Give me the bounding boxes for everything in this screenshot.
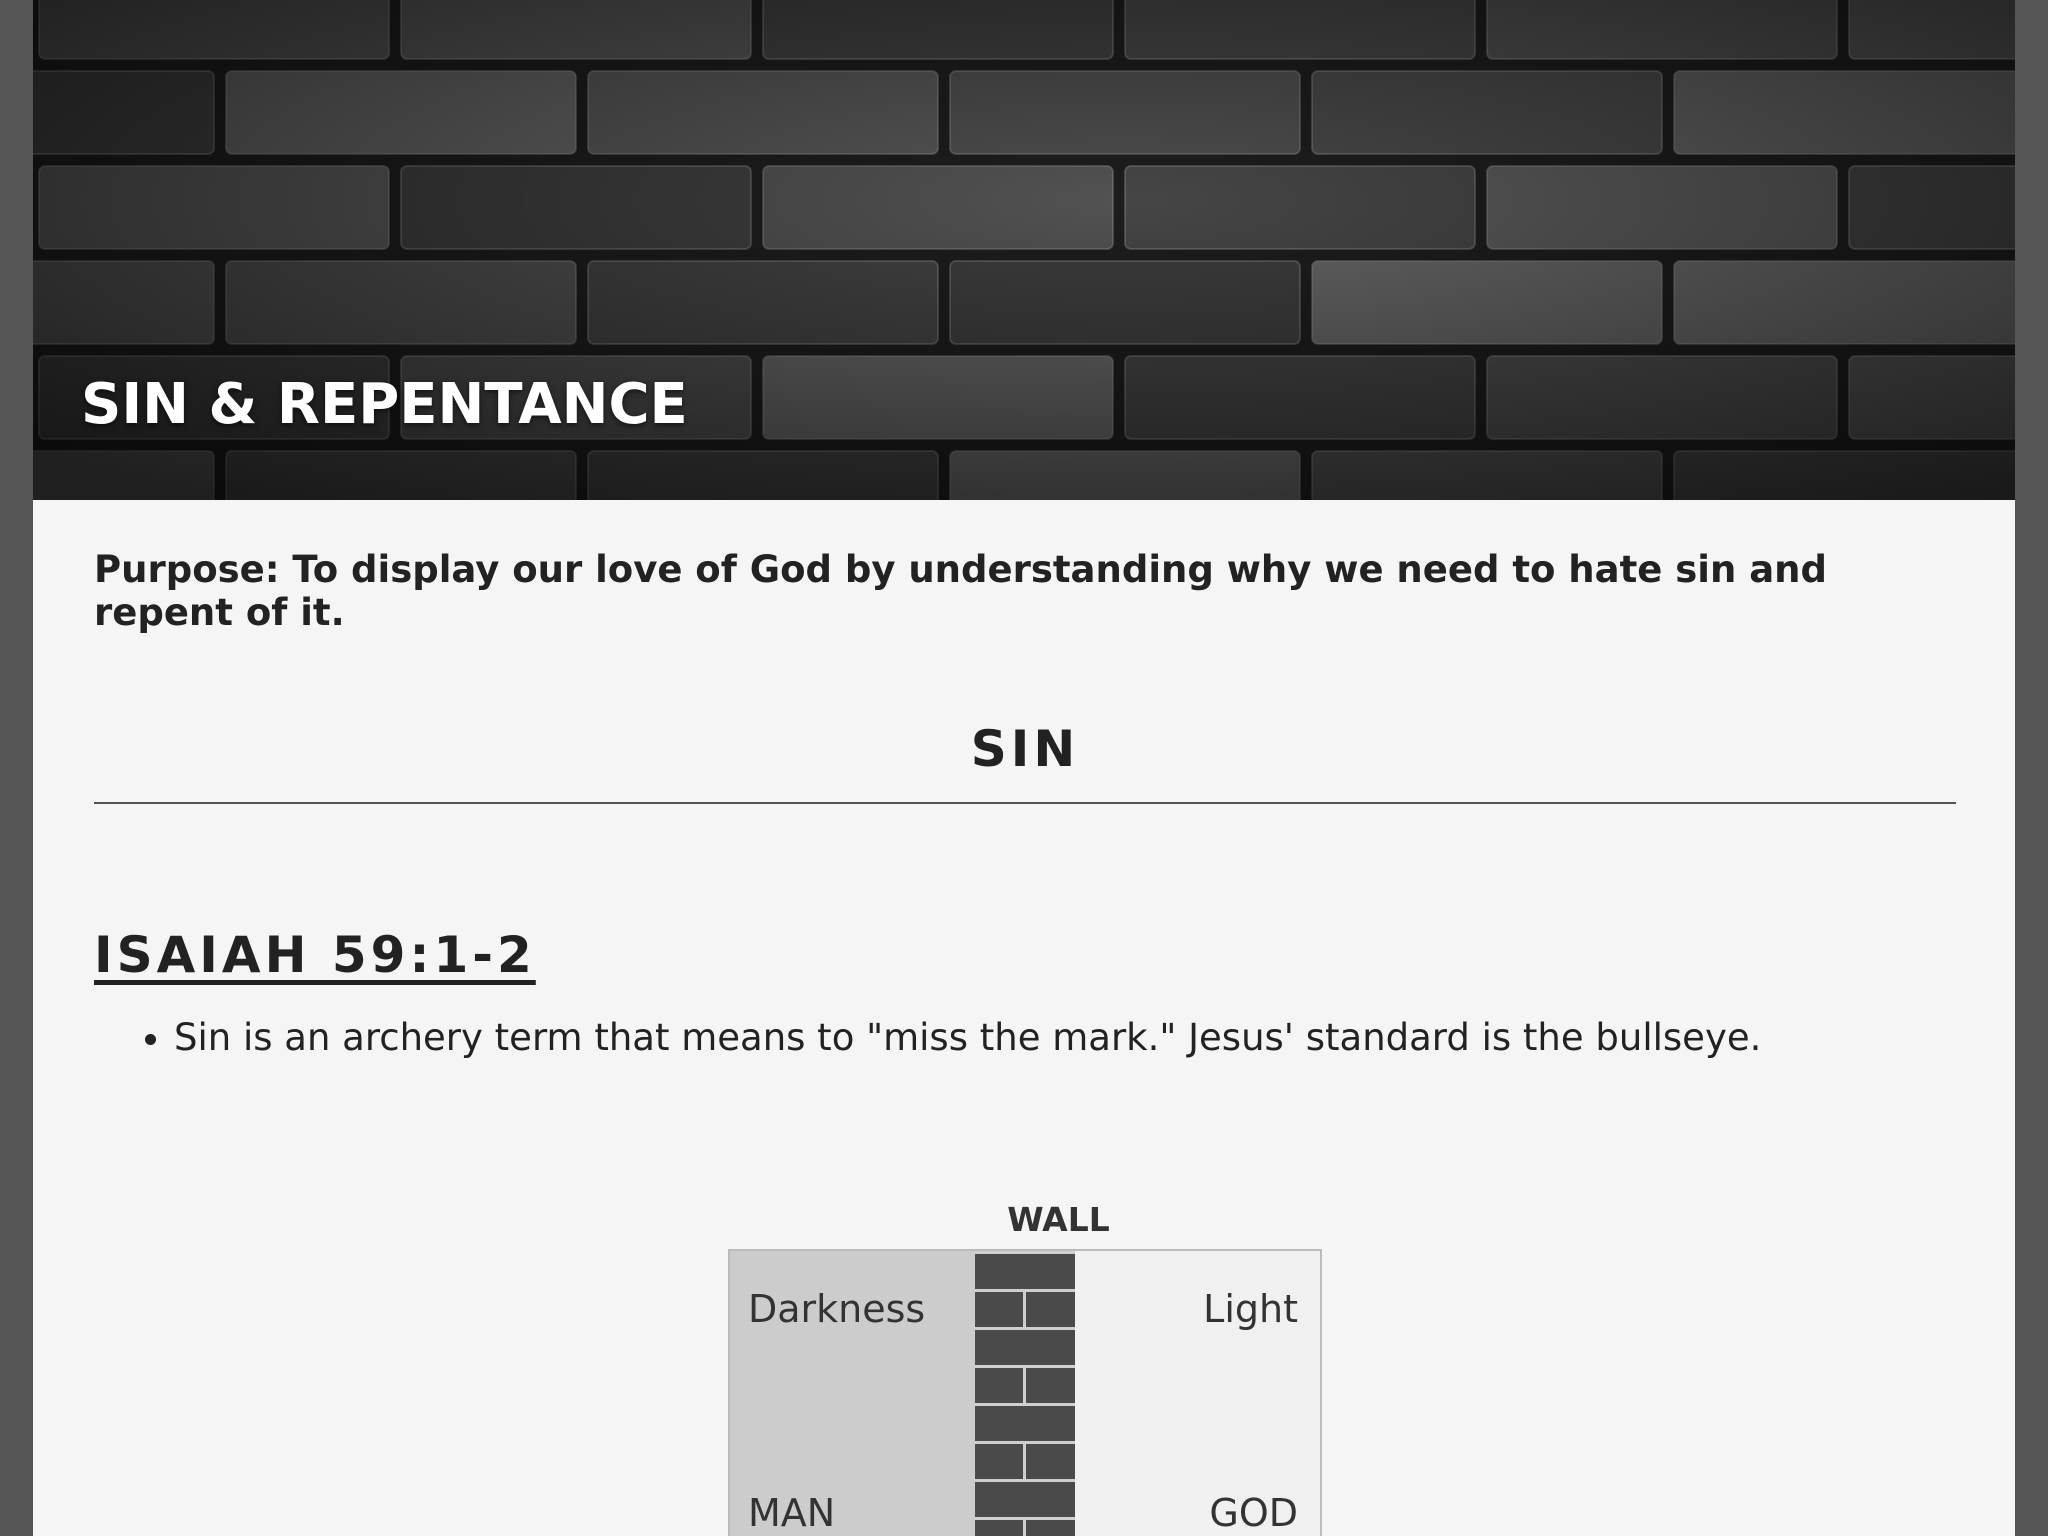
darkness-label: Darkness xyxy=(748,1287,926,1331)
wall-brick-pattern xyxy=(975,1251,1075,1536)
page-title: SIN & REPENTANCE xyxy=(81,372,688,437)
scripture-reference-link[interactable]: ISAIAH 59:1-2 xyxy=(94,926,536,984)
man-label: MAN xyxy=(748,1491,836,1535)
light-label: Light xyxy=(1203,1287,1298,1331)
purpose-statement: Purpose: To display our love of God by u… xyxy=(94,548,1828,634)
wall-column xyxy=(975,1251,1075,1536)
god-label: GOD xyxy=(1209,1491,1298,1535)
wall-label: WALL xyxy=(1007,1200,1110,1239)
bullet-list: Sin is an archery term that means to "mi… xyxy=(94,1010,1761,1066)
section-divider xyxy=(94,802,1956,804)
page-content: SIN & REPENTANCE Purpose: To display our… xyxy=(33,0,2015,1536)
section-heading-sin: SIN xyxy=(970,720,1080,778)
separation-diagram: Darkness Light MAN GOD xyxy=(728,1249,1322,1536)
hero-banner: SIN & REPENTANCE xyxy=(33,0,2015,500)
list-item: Sin is an archery term that means to "mi… xyxy=(174,1010,1761,1066)
